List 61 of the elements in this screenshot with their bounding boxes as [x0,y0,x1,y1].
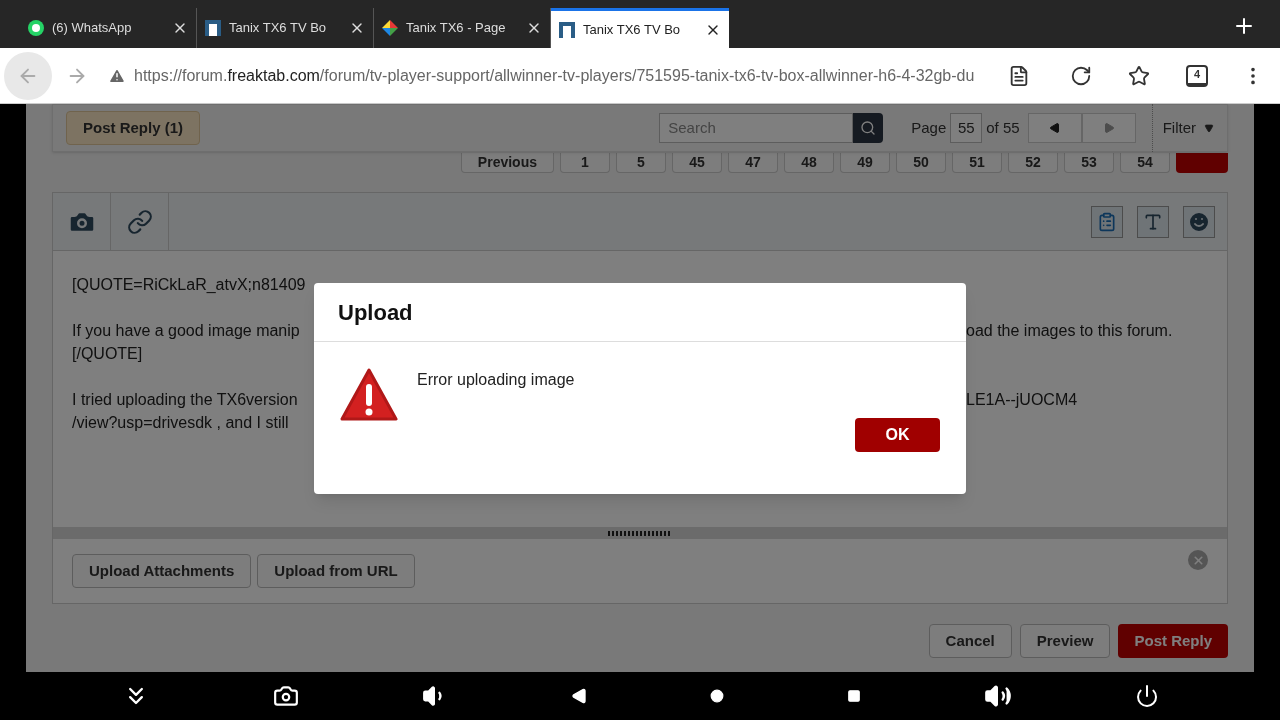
site-icon [559,21,575,38]
tab-count[interactable]: 4 [1186,64,1208,87]
page-field[interactable]: 55 [950,113,983,143]
post-reply-button[interactable]: Post Reply (1) [66,111,201,145]
form-button[interactable]: Cancel [928,624,1012,658]
page-link[interactable]: 45 [672,153,722,173]
reload-icon[interactable] [1070,64,1092,87]
warning-icon [340,368,398,422]
star-icon[interactable] [1128,64,1150,87]
upload-button[interactable]: Upload from URL [257,554,415,588]
page-link[interactable]: 49 [840,153,890,173]
editor-text: [/QUOTE] [72,344,143,364]
editor-text: oad the images to this forum. [966,321,1173,341]
search-button[interactable] [853,113,884,143]
page-link[interactable]: 47 [728,153,778,173]
ok-button[interactable]: OK [855,418,940,452]
url-text[interactable]: https://forum.freaktab.com/forum/tv-player-support/allwinner-tv-players/751595-tanix-tx6-tv-box-allwinner-h6-4-32gb-du [134,63,990,88]
tab-title: (6) WhatsApp [52,19,132,38]
page-total: of 55 [986,117,1020,138]
chat-icon [28,20,44,36]
editor-text: I tried uploading the TX6version [72,390,298,410]
dialog-title: Upload [338,298,413,327]
link-icon[interactable] [126,208,153,235]
dialog-message: Error uploading image [417,370,575,390]
tab-title: Tanix TX6 TV Bo [583,20,681,39]
page-link[interactable]: Previous [460,153,554,173]
reader-icon[interactable] [1008,64,1030,87]
page-link[interactable]: 54 [1120,153,1170,173]
page-link[interactable]: 51 [952,153,1002,173]
page-label: Page [911,117,947,138]
upload-button[interactable]: Upload Attachments [72,554,252,588]
right-triangle-icon [1102,122,1115,134]
page-link[interactable]: 5 [616,153,666,173]
tab-title: Tanix TX6 TV Bo [229,19,327,38]
caret-icon [1204,123,1214,133]
form-button[interactable]: Preview [1019,624,1111,658]
editor-text: /view?usp=drivesdk , and I still [72,413,289,433]
power-icon[interactable] [1134,684,1159,708]
previous-page-button[interactable] [1027,113,1082,143]
page-link[interactable]: 1 [560,153,610,173]
browser-tab[interactable]: Tanix TX6 TV Bo [551,8,729,48]
back-icon[interactable] [570,688,587,704]
clipboard-icon[interactable] [1097,211,1117,232]
editor-text: [QUOTE=RiCkLaR_atvX;n81409 [72,275,306,295]
home-icon[interactable] [709,689,724,703]
screenshot-icon[interactable] [272,683,299,709]
recents-icon[interactable] [846,689,861,703]
editor-text: If you have a good image manip [72,321,300,341]
page-link[interactable]: 48 [784,153,834,173]
search-field[interactable]: Search [659,113,854,143]
page-link[interactable]: 50 [896,153,946,173]
site-icon [382,20,398,36]
site-icon [205,20,221,36]
page-link[interactable]: 53 [1064,153,1114,173]
form-button[interactable]: Post Reply [1118,624,1228,658]
editor-text: LE1A--jUOCM4 [966,390,1078,410]
left-triangle-icon [1048,122,1061,134]
search-icon [860,120,877,136]
page-link[interactable]: 52 [1008,153,1058,173]
tab-title: Tanix TX6 - Page [406,19,506,38]
filter-button[interactable]: Filter [1162,116,1214,140]
